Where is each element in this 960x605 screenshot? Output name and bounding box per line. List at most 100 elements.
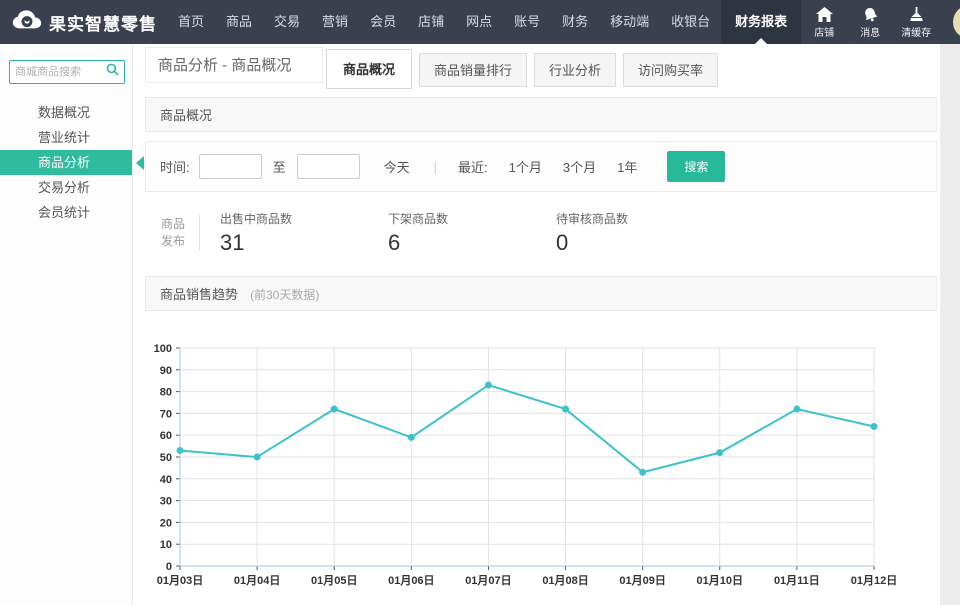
- svg-text:01月05日: 01月05日: [311, 574, 357, 587]
- sidebar-search-input[interactable]: [15, 66, 106, 78]
- nav-item-outlets[interactable]: 网点: [455, 0, 503, 44]
- stats-divider: [199, 215, 200, 251]
- recent-label: 最近:: [458, 157, 488, 176]
- svg-text:01月03日: 01月03日: [157, 574, 203, 587]
- user-avatar[interactable]: [953, 5, 960, 39]
- svg-text:01月12日: 01月12日: [851, 574, 897, 587]
- cloud-logo-icon: [12, 8, 42, 37]
- svg-text:01月06日: 01月06日: [388, 574, 434, 587]
- svg-text:20: 20: [160, 517, 172, 529]
- sales-trend-chart: 0 10 20 30 40 50 60 70 80 90 100 01月03日 01月04日 01月05日…: [145, 335, 937, 591]
- svg-text:10: 10: [160, 539, 172, 551]
- stat-off-shelf-value: 6: [388, 230, 556, 256]
- stat-on-sale: 出售中商品数 31: [220, 210, 388, 256]
- svg-text:01月07日: 01月07日: [465, 574, 511, 587]
- svg-text:80: 80: [160, 387, 172, 399]
- svg-text:40: 40: [160, 474, 172, 486]
- product-stats-row: 商品 发布 出售中商品数 31 下架商品数 6 待审核商品数 0: [145, 204, 937, 268]
- overview-section-title: 商品概况: [160, 108, 212, 123]
- end-date-input[interactable]: [297, 154, 360, 179]
- stat-off-shelf-label: 下架商品数: [388, 210, 556, 227]
- tab-product-overview[interactable]: 商品概况: [326, 49, 412, 89]
- store-quick-action[interactable]: 店铺: [801, 0, 847, 44]
- range-1-month-link[interactable]: 1个月: [509, 157, 542, 176]
- svg-text:70: 70: [160, 408, 172, 420]
- svg-text:01月10日: 01月10日: [697, 574, 743, 587]
- main-nav: 首页 商品 交易 营销 会员 店铺 网点 账号 财务 移动端 收银台 财务报表: [167, 0, 801, 44]
- trend-section-subtitle: (前30天数据): [250, 288, 319, 302]
- active-nav-notch: [755, 38, 767, 44]
- svg-text:100: 100: [154, 343, 172, 355]
- stat-pending-review-label: 待审核商品数: [556, 210, 724, 227]
- time-label: 时间:: [160, 157, 190, 176]
- nav-item-financial-reports[interactable]: 财务报表: [721, 0, 801, 44]
- message-quick-label: 消息: [860, 24, 880, 39]
- svg-text:01月11日: 01月11日: [774, 574, 820, 587]
- sidebar-item-business-stats[interactable]: 营业统计: [0, 125, 132, 150]
- search-button[interactable]: 搜索: [667, 151, 725, 182]
- svg-text:01月09日: 01月09日: [619, 574, 665, 587]
- stat-off-shelf: 下架商品数 6: [388, 210, 556, 256]
- nav-item-marketing[interactable]: 营销: [311, 0, 359, 44]
- svg-text:01月08日: 01月08日: [542, 574, 588, 587]
- svg-text:30: 30: [160, 496, 172, 508]
- tab-sales-ranking[interactable]: 商品销量排行: [419, 53, 527, 87]
- overview-section-header: 商品概况: [145, 97, 937, 132]
- trend-section-title: 商品销售趋势: [160, 287, 238, 302]
- message-quick-action[interactable]: 消息: [847, 0, 893, 44]
- store-quick-label: 店铺: [814, 24, 834, 39]
- navbar-right: 店铺 消息 清缓存: [801, 0, 960, 44]
- sidebar-item-product-analysis[interactable]: 商品分析: [0, 150, 132, 175]
- range-1-year-link[interactable]: 1年: [617, 157, 637, 176]
- vertical-scrollbar[interactable]: [940, 44, 960, 605]
- stats-group-label: 商品 发布: [145, 216, 185, 250]
- page-header: 商品分析 - 商品概况 商品概况 商品销量排行 行业分析 访问购买率: [145, 47, 937, 89]
- to-label: 至: [273, 157, 286, 176]
- clear-cache-quick-label: 清缓存: [901, 24, 931, 39]
- sidebar: 数据概况 营业统计 商品分析 交易分析 会员统计: [0, 44, 133, 605]
- sidebar-item-trade-analysis[interactable]: 交易分析: [0, 175, 132, 200]
- range-3-month-link[interactable]: 3个月: [563, 157, 596, 176]
- nav-item-finance[interactable]: 财务: [551, 0, 599, 44]
- line-chart-canvas: 0 10 20 30 40 50 60 70 80 90 100 01月03日 01月04日 01月05日…: [145, 335, 937, 591]
- stat-on-sale-label: 出售中商品数: [220, 210, 388, 227]
- clear-cache-quick-action[interactable]: 清缓存: [893, 0, 939, 44]
- search-icon[interactable]: [106, 63, 119, 81]
- svg-text:60: 60: [160, 430, 172, 442]
- tab-visit-purchase-rate[interactable]: 访问购买率: [623, 53, 718, 87]
- top-navbar: 果实智慧零售 首页 商品 交易 营销 会员 店铺 网点 账号 财务 移动端 收银…: [0, 0, 960, 44]
- nav-item-store[interactable]: 店铺: [407, 0, 455, 44]
- tab-industry-analysis[interactable]: 行业分析: [534, 53, 616, 87]
- nav-item-cashier[interactable]: 收银台: [660, 0, 721, 44]
- svg-text:0: 0: [166, 561, 172, 573]
- sidebar-item-member-stats[interactable]: 会员统计: [0, 200, 132, 225]
- svg-text:01月04日: 01月04日: [234, 574, 280, 587]
- svg-text:90: 90: [160, 365, 172, 377]
- nav-item-mobile[interactable]: 移动端: [599, 0, 660, 44]
- nav-item-accounts[interactable]: 账号: [503, 0, 551, 44]
- sidebar-menu: 数据概况 营业统计 商品分析 交易分析 会员统计: [0, 100, 132, 225]
- stat-on-sale-value: 31: [220, 230, 388, 256]
- nav-item-products[interactable]: 商品: [215, 0, 263, 44]
- nav-item-members[interactable]: 会员: [359, 0, 407, 44]
- svg-text:50: 50: [160, 452, 172, 464]
- active-item-arrow-icon: [136, 156, 144, 170]
- clear-cache-icon: [908, 7, 925, 22]
- nav-item-home[interactable]: 首页: [167, 0, 215, 44]
- tabs: 商品概况 商品销量排行 行业分析 访问购买率: [326, 53, 718, 89]
- start-date-input[interactable]: [199, 154, 262, 179]
- brand-name: 果实智慧零售: [49, 10, 157, 35]
- brand[interactable]: 果实智慧零售: [0, 0, 163, 44]
- filter-divider: |: [434, 159, 437, 174]
- main-content: 商品分析 - 商品概况 商品概况 商品销量排行 行业分析 访问购买率 商品概况 …: [133, 44, 940, 605]
- store-icon: [816, 7, 833, 22]
- stat-pending-review: 待审核商品数 0: [556, 210, 724, 256]
- stat-pending-review-value: 0: [556, 230, 724, 256]
- sidebar-search-box: [9, 60, 125, 84]
- sidebar-item-data-overview[interactable]: 数据概况: [0, 100, 132, 125]
- trend-section-header: 商品销售趋势 (前30天数据): [145, 276, 937, 311]
- page-title: 商品分析 - 商品概况: [145, 47, 323, 83]
- message-icon: [862, 7, 879, 22]
- today-link[interactable]: 今天: [384, 157, 410, 176]
- nav-item-trade[interactable]: 交易: [263, 0, 311, 44]
